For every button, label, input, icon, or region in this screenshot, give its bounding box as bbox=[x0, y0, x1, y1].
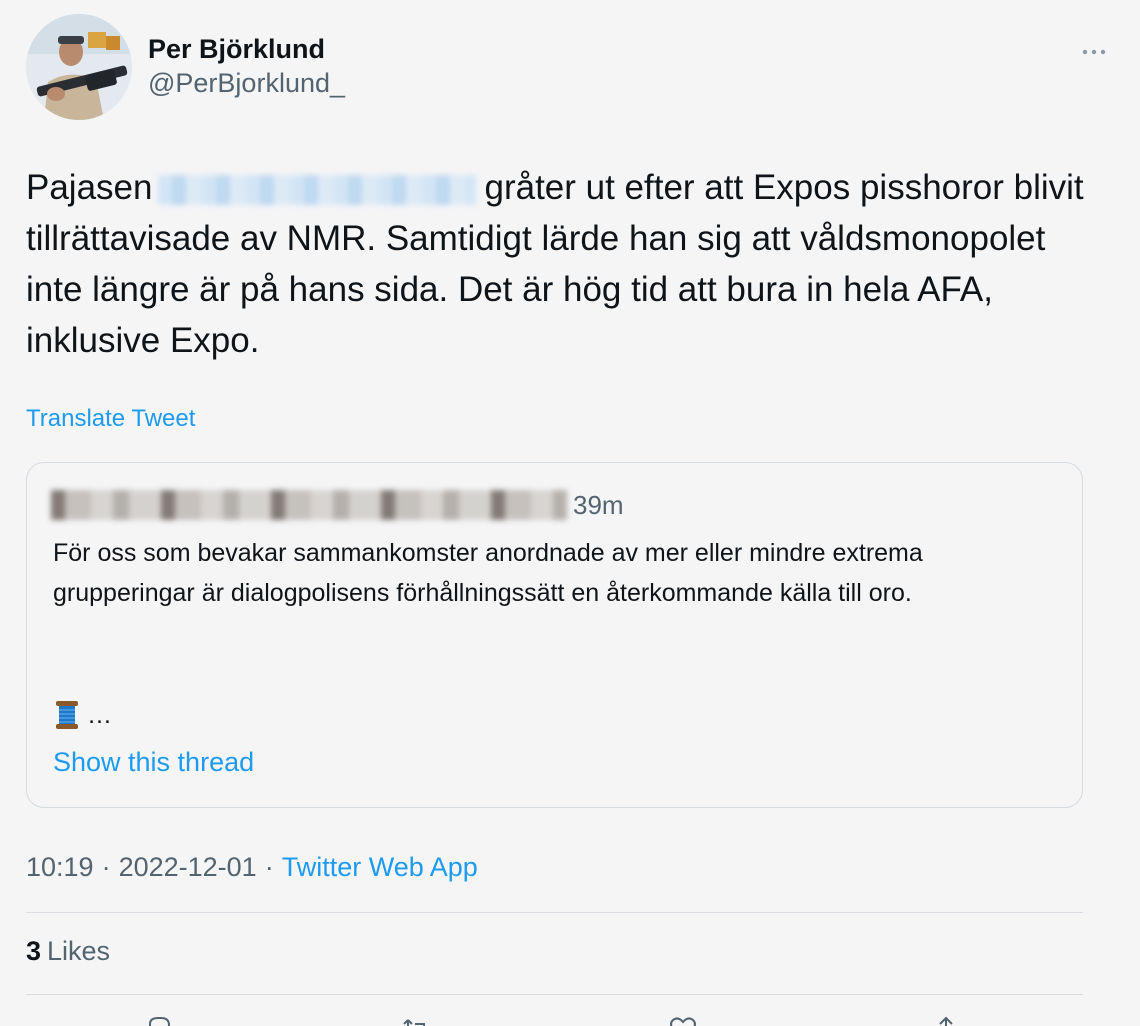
likes-count: 3 bbox=[26, 936, 42, 966]
tweet-time[interactable]: 10:19 bbox=[26, 852, 94, 883]
user-handle[interactable]: @PerBjorklund_ bbox=[148, 66, 345, 100]
redacted-mention bbox=[158, 174, 477, 205]
tweet-meta: 10:19 · 2022-12-01 · Twitter Web App bbox=[26, 852, 478, 883]
redacted-quoted-author bbox=[51, 490, 567, 520]
share-icon[interactable] bbox=[931, 1014, 961, 1026]
avatar[interactable] bbox=[26, 14, 132, 120]
profile-photo-icon bbox=[26, 14, 132, 120]
divider bbox=[26, 912, 1083, 913]
tweet-header: Per Björklund @PerBjorklund_ bbox=[26, 14, 1114, 124]
tweet-detail-page: Per Björklund @PerBjorklund_ Pajasen gråt… bbox=[0, 0, 1140, 1026]
divider bbox=[26, 994, 1083, 995]
more-options-button[interactable] bbox=[1074, 42, 1114, 62]
quoted-tweet-time[interactable]: 39m bbox=[573, 490, 624, 521]
quoted-tweet-header: 39m bbox=[51, 485, 624, 525]
user-block[interactable]: Per Björklund @PerBjorklund_ bbox=[148, 32, 345, 100]
tweet-actions bbox=[26, 1010, 1083, 1026]
tweet-text: Pajasen gråter ut efter att Expos pisshor… bbox=[26, 162, 1106, 366]
quoted-tweet-emoji-line: … bbox=[53, 695, 112, 735]
tweet-date[interactable]: 2022-12-01 bbox=[119, 852, 257, 883]
quoted-tweet-ellipsis: … bbox=[87, 700, 112, 729]
tweet-text-start: Pajasen bbox=[26, 168, 153, 207]
more-dots-icon bbox=[1082, 49, 1106, 55]
retweet-icon[interactable] bbox=[401, 1014, 431, 1026]
quoted-tweet-text: För oss som bevakar sammankomster anordn… bbox=[53, 539, 923, 607]
quoted-tweet-card[interactable]: 39m För oss som bevakar sammankomster an… bbox=[26, 462, 1083, 808]
like-icon[interactable] bbox=[668, 1014, 698, 1026]
reply-icon[interactable] bbox=[144, 1014, 174, 1026]
tweet-source-link[interactable]: Twitter Web App bbox=[282, 852, 478, 883]
display-name[interactable]: Per Björklund bbox=[148, 32, 345, 66]
spool-of-thread-icon bbox=[56, 701, 78, 729]
translate-tweet-link[interactable]: Translate Tweet bbox=[26, 405, 195, 433]
meta-separator: · bbox=[264, 852, 274, 882]
meta-separator: · bbox=[101, 852, 111, 882]
likes-label: Likes bbox=[47, 936, 111, 966]
show-thread-link[interactable]: Show this thread bbox=[53, 747, 254, 778]
likes-stat[interactable]: 3 Likes bbox=[26, 936, 110, 967]
